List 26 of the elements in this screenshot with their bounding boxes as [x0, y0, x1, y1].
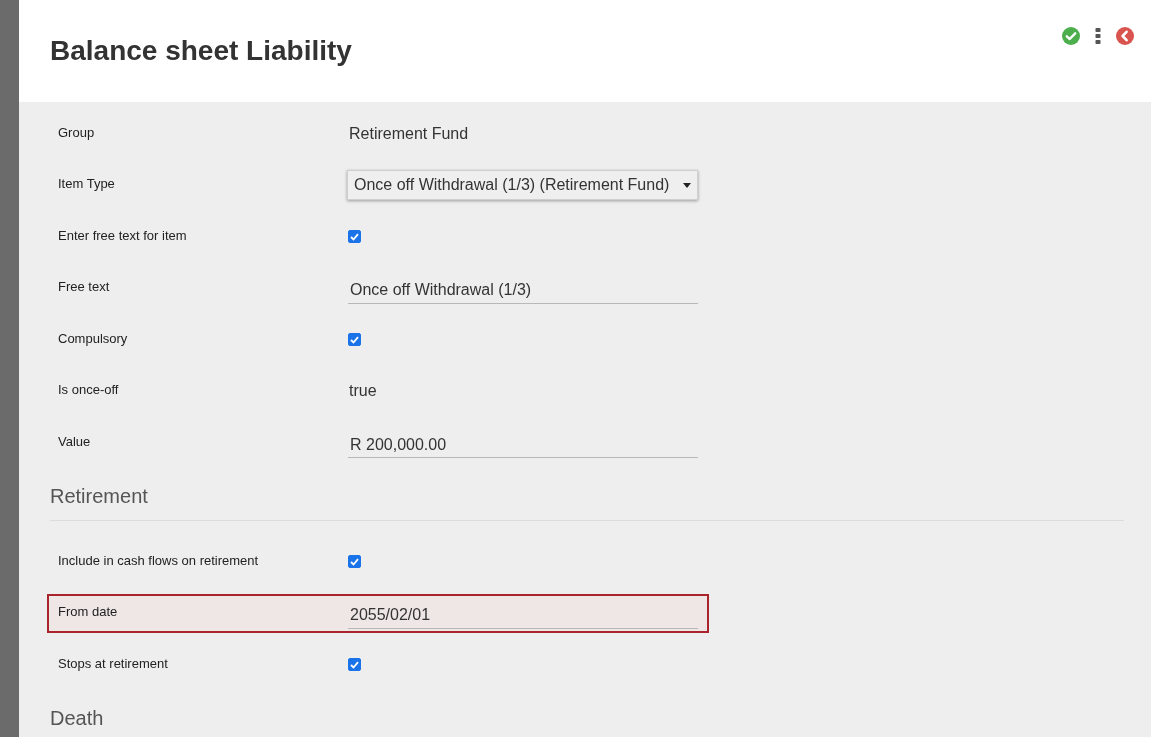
- field-label: Item Type: [58, 176, 116, 191]
- field-label: Is once-off: [58, 382, 120, 397]
- field-label: Free text: [58, 279, 111, 294]
- field-label: Group: [58, 124, 96, 140]
- confirm-icon[interactable]: [1062, 27, 1080, 45]
- checkbox[interactable]: [348, 230, 361, 243]
- field-label: Enter free text for item: [58, 227, 188, 243]
- item-type-dropdown[interactable]: Once off Withdrawal (1/3) (Retirement Fund): [347, 170, 698, 200]
- input-field[interactable]: R 200,000.00: [348, 432, 698, 458]
- back-icon[interactable]: [1116, 27, 1134, 45]
- input-field[interactable]: 2055/02/01: [348, 602, 698, 629]
- field-value: true: [349, 382, 377, 400]
- input-field[interactable]: Once off Withdrawal (1/3): [348, 277, 698, 304]
- section-heading: Retirement: [50, 484, 1124, 521]
- checkbox[interactable]: [348, 333, 361, 346]
- field-value: Retirement Fund: [349, 124, 469, 143]
- caret-icon: [683, 182, 691, 188]
- section-heading: Death: [50, 706, 1124, 737]
- field-label: Include in cash flows on retirement: [58, 552, 260, 568]
- page-title: Balance sheet Liability: [50, 35, 352, 67]
- field-label: Stops at retirement: [58, 655, 169, 671]
- field-label: Compulsory: [58, 330, 129, 346]
- field-label: Value: [58, 433, 92, 449]
- checkbox[interactable]: [348, 658, 361, 671]
- checkbox[interactable]: [348, 555, 361, 568]
- field-label: From date: [58, 604, 119, 619]
